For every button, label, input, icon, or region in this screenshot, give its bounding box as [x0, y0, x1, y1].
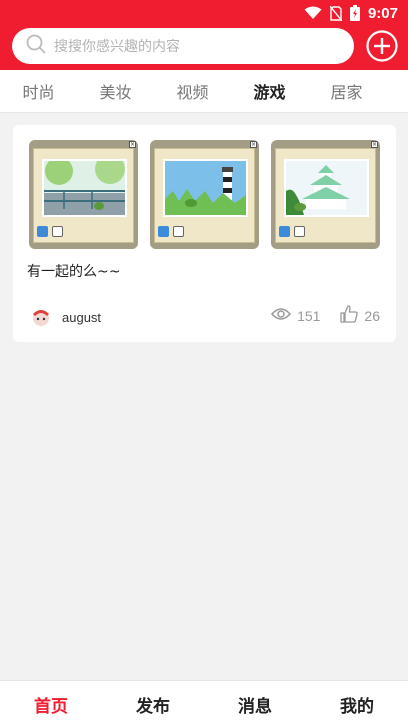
post-images: × × ×	[29, 140, 380, 249]
postcard-frame	[275, 148, 376, 243]
post-card[interactable]: × × × 有一起的么~~ august 151 26	[13, 125, 396, 342]
post-caption: 有一起的么~~	[27, 264, 121, 280]
post-author[interactable]: august	[30, 306, 101, 328]
postcard-frame	[33, 148, 134, 243]
nav-profile[interactable]: 我的	[306, 692, 408, 717]
status-time: 9:07	[367, 4, 398, 22]
like-count[interactable]: 26	[340, 305, 380, 326]
avatar[interactable]	[30, 306, 52, 328]
search-placeholder: 搜搜你感兴趣的内容	[54, 39, 180, 55]
tab-fashion[interactable]: 时尚	[0, 79, 77, 103]
close-icon: ×	[250, 141, 257, 148]
nav-messages[interactable]: 消息	[204, 692, 306, 717]
railing-scene	[42, 159, 127, 217]
plus-circle-icon[interactable]	[366, 30, 398, 62]
eye-icon	[271, 307, 292, 324]
camera-icon	[294, 226, 305, 237]
view-count-value: 151	[297, 307, 321, 324]
castle-scene	[284, 159, 369, 217]
tab-home[interactable]: 居家	[308, 79, 385, 103]
camera-icon	[173, 226, 184, 237]
nav-publish[interactable]: 发布	[102, 692, 204, 717]
status-bar: 9:07	[0, 0, 408, 26]
close-icon: ×	[371, 141, 378, 148]
frog-on-railing-thumbnail[interactable]: ×	[29, 140, 138, 249]
tab-video[interactable]: 视频	[154, 79, 231, 103]
tab-games[interactable]: 游戏	[231, 79, 308, 103]
twitter-icon	[158, 226, 169, 237]
frog-castle-thumbnail[interactable]: ×	[271, 140, 380, 249]
tab-beauty[interactable]: 美妆	[77, 79, 154, 103]
close-icon: ×	[129, 141, 136, 148]
bottom-nav: 首页 发布 消息 我的	[0, 680, 408, 727]
view-count: 151	[271, 307, 320, 324]
search-input[interactable]: 搜搜你感兴趣的内容	[12, 28, 354, 64]
no-sim-icon	[329, 5, 342, 21]
lighthouse-scene	[163, 159, 248, 217]
camera-icon	[52, 226, 63, 237]
search-icon	[26, 34, 46, 58]
battery-charging-icon	[349, 5, 360, 21]
author-name[interactable]: august	[62, 310, 101, 325]
post-stats: 151 26	[271, 305, 380, 326]
nav-home[interactable]: 首页	[0, 692, 102, 717]
wifi-icon	[304, 6, 322, 20]
header-bar: 9:07 搜搜你感兴趣的内容	[0, 0, 408, 70]
twitter-icon	[279, 226, 290, 237]
postcard-frame	[154, 148, 255, 243]
thumbs-up-icon[interactable]	[340, 305, 359, 326]
twitter-icon	[37, 226, 48, 237]
frog-lighthouse-thumbnail[interactable]: ×	[150, 140, 259, 249]
category-tabs: 时尚 美妆 视频 游戏 居家	[0, 70, 408, 113]
like-count-value: 26	[364, 307, 380, 324]
